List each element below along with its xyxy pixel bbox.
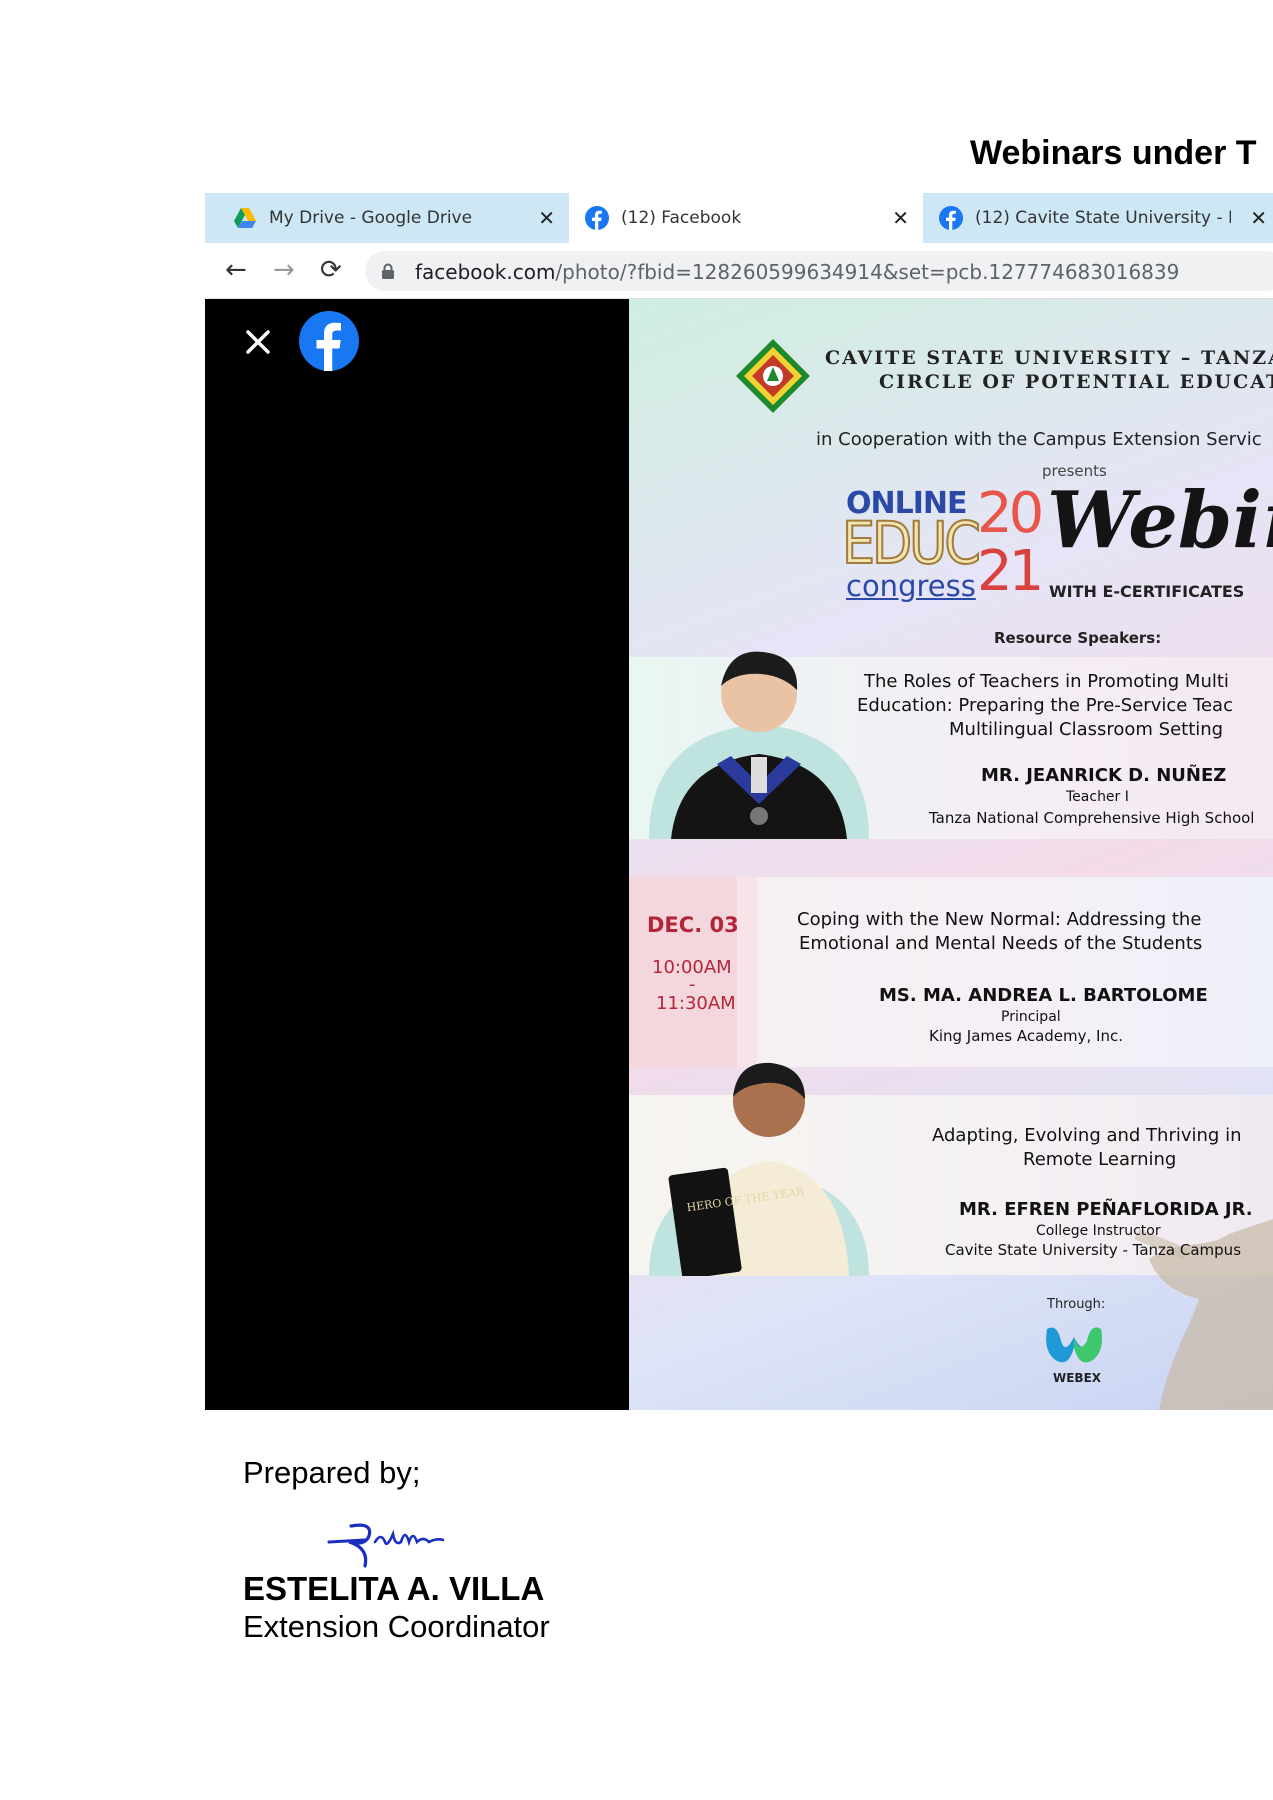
logo-year-top: 20 <box>977 481 1044 546</box>
url-text: facebook.com/photo/?fbid=128260599634914… <box>415 260 1179 284</box>
speaker1-photo <box>649 651 869 839</box>
tab-facebook[interactable]: (12) Facebook ✕ <box>569 193 923 243</box>
talk1-title-line2: Education: Preparing the Pre-Service Tea… <box>857 695 1233 716</box>
facebook-screenshot: My Drive - Google Drive ✕ (12) Facebook … <box>205 193 1273 1410</box>
webinar-title: Webinar <box>1047 475 1273 566</box>
back-arrow-icon[interactable]: ← <box>225 256 247 284</box>
talk1-title-line3: Multilingual Classroom Setting <box>949 719 1224 740</box>
forward-arrow-icon[interactable]: → <box>273 256 295 284</box>
talk3-title-line2: Remote Learning <box>1023 1149 1177 1170</box>
close-icon[interactable]: ✕ <box>892 206 909 230</box>
tab-label: My Drive - Google Drive <box>269 208 473 228</box>
talk2-title-line1: Coping with the New Normal: Addressing t… <box>797 909 1202 930</box>
facebook-icon <box>585 206 609 230</box>
speaker3-name: MR. EFREN PEÑAFLORIDA JR. <box>959 1199 1253 1220</box>
university-seal-icon <box>736 339 810 413</box>
browser-tab-bar: My Drive - Google Drive ✕ (12) Facebook … <box>205 193 1273 243</box>
speaker1-organization: Tanza National Comprehensive High School <box>929 809 1255 827</box>
close-icon[interactable]: ✕ <box>1250 206 1267 230</box>
event-time-dash: - <box>689 974 696 995</box>
facebook-logo-icon[interactable] <box>299 311 359 371</box>
speaker3-photo: HERO OF THE YEAR <box>649 1062 869 1276</box>
speaker3-organization: Cavite State University - Tanza Campus <box>945 1241 1242 1259</box>
address-bar: ← → ⟳ facebook.com/photo/?fbid=128260599… <box>205 243 1273 299</box>
webex-logo-icon <box>1046 1327 1102 1363</box>
cooperation-line: in Cooperation with the Campus Extension… <box>816 429 1262 450</box>
close-icon[interactable]: ✕ <box>538 206 555 230</box>
signature-image <box>327 1523 445 1568</box>
prepared-by-label: Prepared by; <box>243 1455 421 1490</box>
talk3-title-line1: Adapting, Evolving and Thriving in <box>932 1125 1242 1146</box>
document-heading: Webinars under T <box>970 134 1257 172</box>
lock-icon <box>382 263 394 279</box>
speaker1-name: MR. JEANRICK D. NUÑEZ <box>981 765 1227 786</box>
event-date: DEC. 03 <box>647 913 739 937</box>
speaker2-name: MS. MA. ANDREA L. BARTOLOME <box>879 985 1208 1006</box>
url-path: /photo/?fbid=128260599634914&set=pcb.127… <box>555 260 1180 284</box>
signatory-title: Extension Coordinator <box>243 1609 550 1644</box>
speaker2-organization: King James Academy, Inc. <box>929 1027 1123 1045</box>
tab-google-drive[interactable]: My Drive - Google Drive ✕ <box>205 193 569 243</box>
logo-educ: EDUC <box>841 508 982 578</box>
close-icon[interactable] <box>243 327 273 357</box>
tab-cavite-state-university[interactable]: (12) Cavite State University - Exte ✕ <box>923 193 1273 243</box>
signatory-name: ESTELITA A. VILLA <box>243 1570 545 1607</box>
logo-congress: congress <box>846 569 976 603</box>
organization-name: CIRCLE OF POTENTIAL EDUCATORS <box>879 371 1273 393</box>
tab-label: (12) Facebook <box>621 208 742 228</box>
reload-icon[interactable]: ⟳ <box>320 256 342 284</box>
speaker3-role: College Instructor <box>1036 1223 1161 1239</box>
resource-speakers-label: Resource Speakers: <box>994 629 1162 647</box>
tab-label: (12) Cavite State University - Exte <box>975 208 1231 228</box>
speaker1-role: Teacher I <box>1066 789 1129 805</box>
viewer-sidebar <box>205 299 629 1410</box>
university-name: CAVITE STATE UNIVERSITY – TANZA CAM <box>825 347 1273 369</box>
event-time-end: 11:30AM <box>656 993 736 1014</box>
talk2-title-line2: Emotional and Mental Needs of the Studen… <box>799 933 1203 954</box>
facebook-icon <box>939 206 963 230</box>
through-label: Through: <box>1047 1297 1106 1312</box>
webex-label: WEBEX <box>1053 1371 1102 1385</box>
url-host: facebook.com <box>415 260 556 284</box>
google-drive-icon <box>234 208 256 228</box>
e-certificates-label: WITH E-CERTIFICATES <box>1049 582 1245 601</box>
date-panel-accent <box>737 877 757 1067</box>
photo-viewer: CAVITE STATE UNIVERSITY – TANZA CAM CIRC… <box>205 299 1273 1410</box>
speaker2-role: Principal <box>1001 1009 1061 1025</box>
url-field[interactable]: facebook.com/photo/?fbid=128260599634914… <box>365 251 1273 291</box>
logo-year-bottom: 21 <box>977 539 1044 604</box>
webinar-poster: CAVITE STATE UNIVERSITY – TANZA CAM CIRC… <box>629 299 1273 1410</box>
talk1-title-line1: The Roles of Teachers in Promoting Multi <box>864 671 1229 692</box>
